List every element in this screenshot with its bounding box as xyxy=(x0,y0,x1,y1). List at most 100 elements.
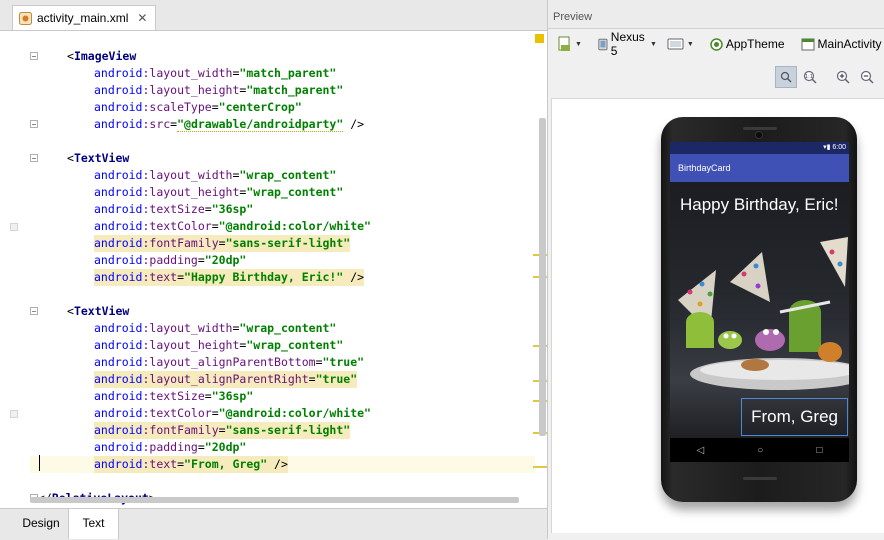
phone-frame: ▾▮ 6:00 BirthdayCard Happy Birthday, Eri… xyxy=(661,117,857,502)
zoom-to-fit-button[interactable] xyxy=(775,66,797,88)
status-bar: ▾▮ 6:00 xyxy=(670,142,849,154)
code-line[interactable]: android:layout_width="wrap_content" xyxy=(30,320,535,337)
vertical-scrollbar[interactable] xyxy=(539,118,546,436)
file-tab-activity-main[interactable]: activity_main.xml ✕ xyxy=(12,5,157,30)
text-cursor xyxy=(39,455,40,471)
layout-file-icon xyxy=(558,36,570,51)
code-line-text: android:fontFamily="sans-serif-light" xyxy=(94,235,351,252)
chevron-down-icon: ▼ xyxy=(575,40,582,48)
code-line[interactable]: android:textSize="36sp" xyxy=(30,201,535,218)
activity-name: MainActivity xyxy=(817,37,882,51)
color-swatch-icon[interactable] xyxy=(10,410,18,418)
xml-editor-pane[interactable]: activity_main.xml ✕ <ImageView android:la… xyxy=(0,0,548,540)
code-line-text: android:layout_width="match_parent" xyxy=(94,66,337,80)
code-line[interactable]: <TextView xyxy=(30,150,535,167)
zoom-in-icon xyxy=(836,70,850,84)
code-line[interactable] xyxy=(30,133,535,150)
actual-size-icon: 1:1 xyxy=(803,70,817,84)
recent-apps-icon[interactable]: □ xyxy=(816,445,822,456)
code-line[interactable]: android:fontFamily="sans-serif-light" xyxy=(30,422,535,439)
code-line[interactable]: android:layout_alignParentBottom="true" xyxy=(30,354,535,371)
zoom-fit-icon xyxy=(780,71,792,83)
code-line-text: android:layout_height="wrap_content" xyxy=(94,338,344,352)
code-line-text: android:layout_width="wrap_content" xyxy=(94,321,337,335)
app-bar: BirthdayCard xyxy=(670,154,849,182)
code-line[interactable] xyxy=(30,473,535,490)
device-icon xyxy=(598,38,608,50)
preview-toolbar: ▼ Nexus 5 ▼ ▼ AppTheme MainActivity xyxy=(548,29,884,59)
tab-text[interactable]: Text xyxy=(69,509,119,539)
orientation-selector[interactable]: ▼ xyxy=(663,33,698,55)
horizontal-scrollbar[interactable] xyxy=(30,497,519,503)
code-line[interactable]: android:text="Happy Birthday, Eric!" /> xyxy=(30,269,535,286)
greeting-text[interactable]: Happy Birthday, Eric! xyxy=(680,194,840,215)
preview-title: Preview xyxy=(553,11,593,23)
code-line-text: android:scaleType="centerCrop" xyxy=(94,100,302,114)
code-line[interactable]: <TextView xyxy=(30,303,535,320)
actual-size-button[interactable]: 1:1 xyxy=(799,66,821,88)
zoom-out-button[interactable] xyxy=(856,66,878,88)
code-line[interactable]: android:layout_width="match_parent" xyxy=(30,65,535,82)
theme-icon xyxy=(710,37,723,51)
code-line[interactable]: android:layout_height="match_parent" xyxy=(30,82,535,99)
code-line-text: android:src="@drawable/androidparty" /> xyxy=(94,117,365,132)
back-icon[interactable]: ◁ xyxy=(697,445,705,456)
code-line-text: android:textColor="@android:color/white" xyxy=(94,219,371,233)
bottom-speaker xyxy=(743,477,777,480)
editor-tab-bar: activity_main.xml ✕ xyxy=(0,0,547,31)
code-line[interactable]: android:layout_alignParentRight="true" xyxy=(30,371,535,388)
inspection-status-icon[interactable] xyxy=(535,34,544,43)
code-line[interactable]: android:layout_width="wrap_content" xyxy=(30,167,535,184)
preview-canvas[interactable]: ▾▮ 6:00 BirthdayCard Happy Birthday, Eri… xyxy=(551,98,884,533)
render-options-button[interactable]: ▼ xyxy=(554,33,586,55)
party-image[interactable]: Happy Birthday, Eric! From, Greg xyxy=(670,182,849,438)
zoom-controls: 1:1 xyxy=(548,62,884,92)
home-icon[interactable]: ○ xyxy=(757,445,763,456)
code-line-text: <ImageView xyxy=(67,49,137,63)
code-line[interactable]: android:textSize="36sp" xyxy=(30,388,535,405)
code-line-text: <TextView xyxy=(67,304,130,318)
code-line[interactable]: android:padding="20dp" xyxy=(30,439,535,456)
xml-file-icon xyxy=(19,11,32,25)
zoom-in-button[interactable] xyxy=(832,66,854,88)
code-line[interactable] xyxy=(30,286,535,303)
theme-name: AppTheme xyxy=(725,37,785,51)
editor-gutter xyxy=(0,31,38,506)
code-line-text: android:layout_alignParentBottom="true" xyxy=(94,355,365,369)
code-line[interactable]: android:fontFamily="sans-serif-light" xyxy=(30,235,535,252)
code-line[interactable]: android:textColor="@android:color/white" xyxy=(30,405,535,422)
code-line-text: android:layout_width="wrap_content" xyxy=(94,168,337,182)
theme-selector[interactable]: AppTheme xyxy=(706,33,789,55)
tab-design[interactable]: Design xyxy=(14,509,69,539)
code-line-text: android:textSize="36sp" xyxy=(94,202,254,216)
code-line[interactable]: android:padding="20dp" xyxy=(30,252,535,269)
preview-header: Preview xyxy=(548,0,884,29)
activity-selector[interactable]: MainActivity ▼ xyxy=(797,33,884,55)
code-line[interactable]: android:textColor="@android:color/white" xyxy=(30,218,535,235)
warning-marker[interactable] xyxy=(533,466,547,468)
code-line[interactable]: android:src="@drawable/androidparty" /> xyxy=(30,116,535,133)
code-line[interactable]: android:scaleType="centerCrop" xyxy=(30,99,535,116)
phone-screen[interactable]: ▾▮ 6:00 BirthdayCard Happy Birthday, Eri… xyxy=(670,142,849,462)
code-line-text: android:text="Happy Birthday, Eric!" /> xyxy=(94,269,365,286)
code-area[interactable]: <ImageView android:layout_width="match_pa… xyxy=(30,31,535,506)
signature-text[interactable]: From, Greg xyxy=(741,398,848,436)
top-speaker xyxy=(743,127,777,130)
code-line-text: android:textColor="@android:color/white" xyxy=(94,406,371,420)
code-line[interactable]: android:layout_height="wrap_content" xyxy=(30,184,535,201)
app-title: BirthdayCard xyxy=(678,163,731,173)
activity-icon xyxy=(801,38,815,50)
device-selector[interactable]: Nexus 5 ▼ xyxy=(594,30,661,58)
code-line-text: android:padding="20dp" xyxy=(94,253,247,267)
code-line[interactable]: android:layout_height="wrap_content" xyxy=(30,337,535,354)
svg-text:1:1: 1:1 xyxy=(805,74,813,80)
close-tab-icon[interactable]: ✕ xyxy=(137,11,147,25)
status-time: 6:00 xyxy=(832,144,846,151)
color-swatch-icon[interactable] xyxy=(10,223,18,231)
code-line-text: android:layout_height="match_parent" xyxy=(94,83,344,97)
editor-mode-tabs: Design Text xyxy=(0,508,547,540)
code-line[interactable]: android:text="From, Greg" /> xyxy=(30,456,535,473)
file-tab-label: activity_main.xml xyxy=(37,11,129,25)
chevron-down-icon: ▼ xyxy=(686,40,694,48)
code-line[interactable]: <ImageView xyxy=(30,48,535,65)
